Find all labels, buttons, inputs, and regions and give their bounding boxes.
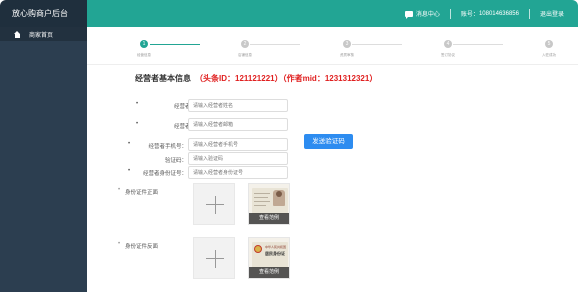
step-5: 5 入驻成功 bbox=[529, 40, 569, 58]
step-4: 4 签订协议 bbox=[428, 40, 468, 58]
national-emblem-icon bbox=[254, 245, 262, 253]
idcard-input[interactable] bbox=[188, 166, 288, 179]
message-center-label: 消息中心 bbox=[415, 12, 440, 18]
id-back-sample[interactable]: 中华人民共和国 居民身份证 查看范例 bbox=[248, 237, 290, 279]
step-label: 经营信息 bbox=[137, 53, 151, 57]
phone-input[interactable] bbox=[188, 138, 288, 151]
nav-divider bbox=[449, 8, 451, 19]
view-sample-label[interactable]: 查看范例 bbox=[249, 213, 289, 224]
text-line bbox=[254, 193, 270, 194]
step-label: 入驻成功 bbox=[542, 53, 556, 57]
step-label: 资质审核 bbox=[340, 53, 354, 57]
portrait-photo bbox=[273, 190, 285, 206]
text-line bbox=[254, 197, 268, 198]
step-1: 1 经营信息 bbox=[124, 40, 164, 58]
send-code-button[interactable]: 发送验证码 bbox=[304, 134, 353, 149]
id-front-sample[interactable]: 查看范例 bbox=[248, 183, 290, 225]
section-heading: 经营者基本信息 bbox=[135, 74, 191, 83]
step-number: 3 bbox=[343, 40, 351, 48]
account-value: 108014636856 bbox=[478, 10, 519, 17]
text-line bbox=[254, 201, 270, 202]
step-number: 1 bbox=[140, 40, 148, 48]
required-bullet: • bbox=[128, 141, 131, 147]
bullet: • bbox=[118, 241, 121, 247]
step-number: 5 bbox=[545, 40, 553, 48]
account-info: 账号： 108014636856 bbox=[460, 9, 519, 19]
logout-link[interactable]: 退出登录 bbox=[540, 9, 564, 18]
plus-icon bbox=[214, 250, 216, 268]
home-icon bbox=[14, 30, 21, 38]
idcard-label: 经营者身份证号： bbox=[142, 171, 187, 177]
step-number: 2 bbox=[241, 40, 249, 48]
sidebar: 商家首页 bbox=[0, 27, 87, 292]
progress-steps: 1 经营信息 2 店铺信息 3 资质审核 4 签订协议 5 入驻成功 bbox=[87, 27, 578, 65]
nav-divider bbox=[528, 8, 530, 19]
sidebar-item-label: 商家首页 bbox=[29, 32, 54, 39]
step-2: 2 店铺信息 bbox=[225, 40, 265, 58]
name-input[interactable] bbox=[188, 99, 288, 112]
step-label: 店铺信息 bbox=[238, 53, 252, 57]
plus-icon bbox=[214, 196, 216, 214]
card-subtitle: 居民身份证 bbox=[265, 251, 285, 256]
card-title: 中华人民共和国 bbox=[265, 245, 287, 249]
id-front-label: 身份证件正面 bbox=[125, 190, 159, 196]
required-bullet: • bbox=[136, 101, 139, 107]
bullet: • bbox=[118, 187, 121, 193]
view-sample-label[interactable]: 查看范例 bbox=[249, 267, 289, 278]
sidebar-item-home[interactable]: 商家首页 bbox=[0, 27, 87, 41]
text-line bbox=[254, 205, 266, 206]
message-icon bbox=[404, 10, 413, 19]
top-nav: 消息中心 账号： 108014636856 退出登录 bbox=[87, 0, 578, 27]
step-label: 签订协议 bbox=[441, 53, 455, 57]
top-bar: 放心购商户后台 消息中心 账号： 108014636856 退出登录 bbox=[0, 0, 578, 27]
required-bullet: • bbox=[128, 168, 131, 174]
app-title: 放心购商户后台 bbox=[0, 0, 87, 27]
required-bullet: • bbox=[136, 121, 139, 127]
step-3: 3 资质审核 bbox=[327, 40, 367, 58]
id-front-upload[interactable] bbox=[193, 183, 235, 225]
id-back-label: 身份证件反面 bbox=[125, 244, 159, 250]
email-input[interactable] bbox=[188, 118, 288, 131]
message-center-link[interactable]: 消息中心 bbox=[404, 9, 440, 19]
code-input[interactable] bbox=[188, 152, 288, 165]
code-label: 验证码： bbox=[164, 158, 187, 164]
step-number: 4 bbox=[444, 40, 452, 48]
form-title: 经营者基本信息 （头条ID：121121221）（作者mid：1231312321… bbox=[135, 73, 377, 84]
main-content: 1 经营信息 2 店铺信息 3 资质审核 4 签订协议 5 入驻成功 经营者基本… bbox=[87, 27, 578, 292]
account-label: 账号： bbox=[460, 12, 479, 18]
id-back-upload[interactable] bbox=[193, 237, 235, 279]
account-ids: （头条ID：121121221）（作者mid：1231312321） bbox=[195, 74, 378, 83]
phone-label: 经营者手机号： bbox=[148, 144, 187, 150]
